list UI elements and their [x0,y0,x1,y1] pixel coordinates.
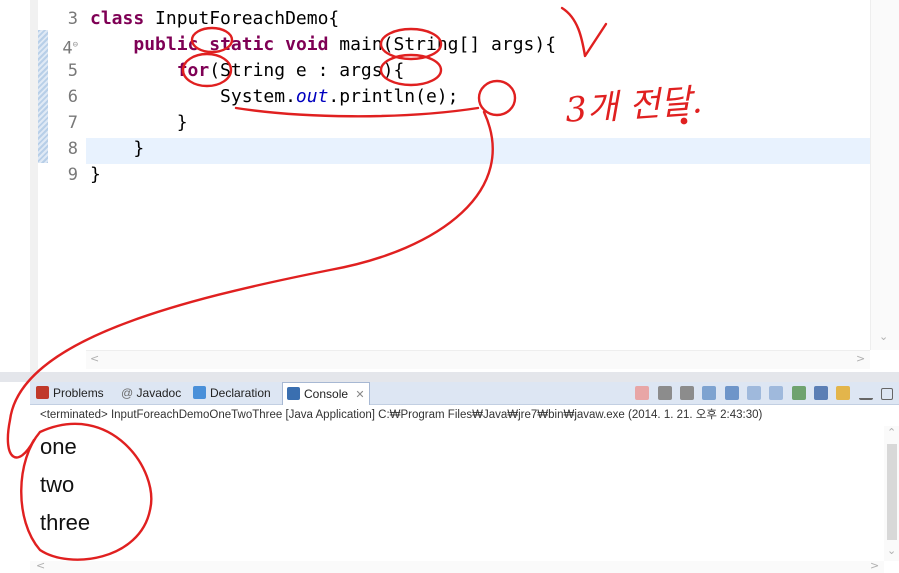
tab-console-label: Console [304,387,349,401]
code-token: } [90,164,101,185]
line-number: 6 [67,87,78,107]
console-output-line: two [40,472,75,497]
minimize-icon[interactable] [858,392,873,400]
line-number: 5 [67,61,78,81]
tab-console[interactable]: Console ✕ [282,382,370,405]
tab-declaration-label: Declaration [210,386,271,400]
pin-console-icon[interactable] [769,386,784,400]
code-text: class InputForeachDemo{ [90,6,339,32]
scroll-right-icon[interactable]: > [870,559,879,572]
problems-icon [36,386,49,399]
console-view-panel: Problems @ Javadoc Declaration Console ✕… [30,382,899,573]
code-token: System. [220,86,296,107]
close-icon[interactable]: ✕ [355,389,364,401]
open-console-icon[interactable] [791,386,806,400]
scroll-left-icon[interactable]: < [90,352,99,365]
console-scroll-thumb[interactable] [887,444,897,540]
console-output-line: three [40,510,91,535]
code-text: } [90,110,188,136]
tab-problems-label: Problems [53,386,104,400]
tab-problems[interactable]: Problems [36,382,104,404]
console-icon [287,387,300,400]
scroll-lock-icon[interactable] [724,386,739,400]
declaration-icon [193,386,206,399]
line-number: 8 [67,139,78,159]
scroll-right-icon[interactable]: > [856,352,865,365]
maximize-icon[interactable] [881,388,893,400]
scroll-left-icon[interactable]: < [36,559,45,572]
tab-javadoc-label: Javadoc [136,386,182,400]
editor-left-edge [0,0,30,372]
fold-toggle-icon[interactable]: ⊖ [73,40,78,50]
line-number: 7 [67,113,78,133]
scroll-down-icon[interactable]: ⌄ [879,330,888,343]
scroll-up-icon[interactable]: ⌃ [887,426,896,439]
keyword-token: public [133,34,199,55]
keyword-token: for [176,60,210,81]
keyword-token: class [90,8,145,29]
scroll-down-icon[interactable]: ⌄ [887,544,896,557]
code-text: for(String e : args){ [90,58,405,84]
remove-all-terminated-icon[interactable] [679,386,694,400]
keyword-token: void [285,34,329,55]
at-icon: @ [121,386,137,400]
word-wrap-icon[interactable] [746,386,761,400]
console-toolbar [630,382,893,404]
view-tab-bar: Problems @ Javadoc Declaration Console ✕ [30,382,899,405]
field-token: out [295,86,329,107]
code-text: public static void main(String[] args){ [90,32,556,58]
current-line-highlight [86,138,870,164]
line-number: 9 [67,165,78,185]
console-vertical-scrollbar[interactable]: ⌃ ⌄ [884,426,899,561]
tab-javadoc[interactable]: @ Javadoc [121,382,181,404]
console-output[interactable]: one two three [40,428,90,542]
line-number: 3 [67,9,78,29]
console-horizontal-scrollbar[interactable]: < > [30,559,884,573]
keyword-token: static [209,34,275,55]
code-text: } [90,162,101,188]
tab-declaration[interactable]: Declaration [193,382,271,404]
editor-horizontal-scrollbar[interactable]: < > [86,350,870,369]
code-text: System.out.println(e); [90,84,458,110]
editor-vertical-scrollbar[interactable]: ⌄ [870,0,899,350]
remove-launch-icon[interactable] [657,386,672,400]
terminate-icon[interactable] [635,386,650,400]
code-token: } [133,138,145,159]
new-console-icon[interactable] [836,386,851,400]
code-token: main(String[] args){ [328,34,557,55]
code-token: } [176,112,188,133]
sash-divider[interactable] [0,372,899,382]
code-token: .println(e); [328,86,459,107]
clear-console-icon[interactable] [702,386,717,400]
display-console-icon[interactable] [813,386,828,400]
code-token: (String e : args){ [209,60,405,81]
editor-gutter [30,0,38,372]
console-status-line: <terminated> InputForeachDemoOneTwoThree… [40,409,763,421]
code-editor[interactable]: 3 class InputForeachDemo{4⊖ public static… [0,0,899,372]
console-output-line: one [40,434,77,459]
code-text: } [90,136,144,162]
code-token: InputForeachDemo{ [144,8,340,29]
